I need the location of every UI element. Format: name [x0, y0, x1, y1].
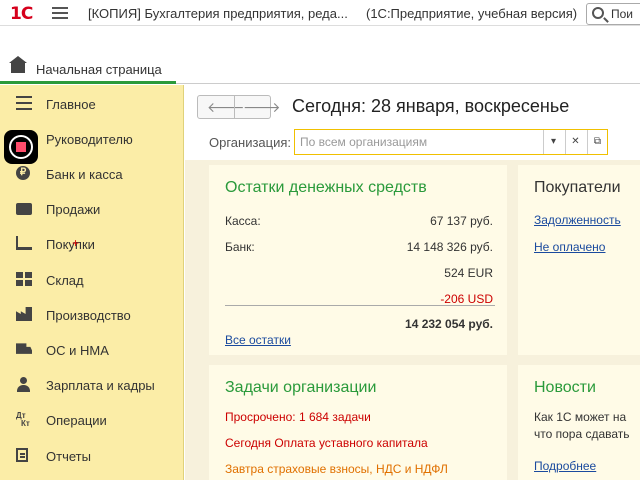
cart-icon	[16, 236, 32, 250]
factory-icon	[16, 307, 32, 321]
sidebar-item-label: Отчеты	[46, 449, 91, 464]
dropdown-icon[interactable]: ▾	[543, 130, 563, 154]
sidebar-item-label: Операции	[46, 413, 107, 428]
sidebar-item-label: Производство	[46, 308, 131, 323]
home-icon	[9, 56, 27, 73]
sidebar-item-label: Главное	[46, 97, 96, 112]
dt-kt-icon: Дт Кт	[16, 412, 32, 428]
tab-home-label: Начальная страница	[36, 62, 162, 77]
bag-icon	[16, 203, 32, 215]
report-icon	[16, 448, 28, 462]
overdue-tasks[interactable]: Просрочено: 1 684 задачи	[225, 410, 371, 424]
buyers-panel: Покупатели Задолженность Не оплачено	[518, 165, 640, 355]
page-title: Сегодня: 28 января, воскресенье	[292, 96, 570, 116]
1c-logo-icon: 1С	[10, 4, 33, 24]
bank-value-rub: 14 148 326 руб.	[406, 240, 493, 254]
sidebar-item-label: Склад	[46, 273, 84, 288]
record-icon[interactable]	[4, 130, 38, 164]
news-line-2: что пора сдавать	[534, 427, 630, 441]
sidebar-item-sales[interactable]: Продажи	[0, 194, 184, 224]
sidebar-item-reports[interactable]: Отчеты	[0, 441, 184, 471]
sidebar-item-label: Руководителю	[46, 132, 133, 147]
window-mode: (1С:Предприятие, учебная версия)	[366, 6, 578, 21]
tomorrow-task[interactable]: Завтра страховые взносы, НДС и НДФЛ	[225, 462, 448, 476]
sidebar-item-salary[interactable]: Зарплата и кадры	[0, 370, 184, 400]
sidebar-item-warehouse[interactable]: Склад	[0, 265, 184, 295]
title-bar: 1С [КОПИЯ] Бухгалтерия предприятия, реда…	[0, 0, 640, 26]
sidebar-item-label: Продажи	[46, 202, 101, 217]
cash-panel: Остатки денежных средств Касса: 67 137 р…	[209, 165, 507, 355]
org-label: Организация:	[209, 135, 292, 150]
bank-value-eur: 524 EUR	[444, 266, 493, 280]
clear-icon[interactable]: ✕	[565, 130, 585, 154]
sidebar-item-purchases[interactable]: Покупки	[0, 229, 184, 259]
sidebar-item-assets[interactable]: ОС и НМА	[0, 335, 184, 365]
window-title: [КОПИЯ] Бухгалтерия предприятия, реда...	[88, 6, 348, 21]
news-line-1: Как 1С может на	[534, 410, 627, 424]
toolbar-spacer	[0, 27, 640, 54]
history-nav: 🡐 🡒	[197, 95, 281, 119]
tasks-panel-title: Задачи организации	[225, 379, 377, 396]
cash-panel-title: Остатки денежных средств	[225, 179, 427, 196]
forward-arrow-icon[interactable]: 🡒	[243, 99, 281, 116]
truck-icon	[16, 343, 32, 354]
org-select[interactable]: По всем организациям ▾ ✕ ⧉	[294, 129, 608, 155]
dashboard: Остатки денежных средств Касса: 67 137 р…	[185, 160, 640, 480]
cash-label: Касса:	[225, 214, 261, 228]
news-more-link[interactable]: Подробнее	[534, 459, 596, 473]
sidebar-item-label: Зарплата и кадры	[46, 378, 155, 393]
all-balances-link[interactable]: Все остатки	[225, 333, 291, 347]
search-label: Пои	[611, 7, 634, 21]
total-divider	[225, 305, 495, 306]
sidebar-item-production[interactable]: Производство	[0, 300, 184, 330]
ruble-coin-icon: ₽	[16, 166, 30, 180]
search-icon	[592, 7, 604, 19]
sidebar-item-label: ОС и НМА	[46, 343, 109, 358]
warehouse-icon	[16, 272, 32, 286]
cash-total: 14 232 054 руб.	[405, 317, 493, 331]
today-task[interactable]: Сегодня Оплата уставного капитала	[225, 436, 428, 450]
bank-label: Банк:	[225, 240, 255, 254]
open-form-icon[interactable]: ⧉	[587, 130, 607, 154]
stop-square-icon	[16, 142, 26, 152]
sidebar-item-label: Покупки	[46, 237, 95, 252]
cash-value: 67 137 руб.	[430, 214, 493, 228]
bank-value-usd: -206 USD	[440, 292, 493, 306]
sidebar-item-label: Банк и касса	[46, 167, 123, 182]
org-placeholder: По всем организациям	[300, 135, 428, 149]
tab-home[interactable]: Начальная страница	[0, 54, 176, 84]
tabs-bar: Начальная страница	[0, 54, 640, 84]
debt-link[interactable]: Задолженность	[534, 213, 621, 227]
nav-divider	[234, 96, 235, 118]
cursor-icon: +	[72, 236, 80, 250]
unpaid-link[interactable]: Не оплачено	[534, 240, 605, 254]
menu-lines-icon	[16, 96, 32, 110]
back-arrow-icon[interactable]: 🡐	[207, 99, 245, 116]
news-panel: Новости Как 1С может на что пора сдавать…	[518, 365, 640, 480]
main-area: 🡐 🡒 Сегодня: 28 января, воскресенье Орга…	[185, 85, 640, 480]
sidebar-item-operations[interactable]: Дт Кт Операции	[0, 405, 184, 435]
buyers-panel-title: Покупатели	[534, 179, 621, 196]
main-menu-icon[interactable]	[52, 7, 68, 19]
sidebar-item-main[interactable]: Главное	[0, 89, 184, 119]
tasks-panel: Задачи организации Просрочено: 1 684 зад…	[209, 365, 507, 480]
person-icon	[16, 377, 32, 392]
news-panel-title: Новости	[534, 379, 596, 396]
kt-label: Кт	[21, 419, 30, 428]
search-button[interactable]: Пои	[586, 3, 640, 25]
